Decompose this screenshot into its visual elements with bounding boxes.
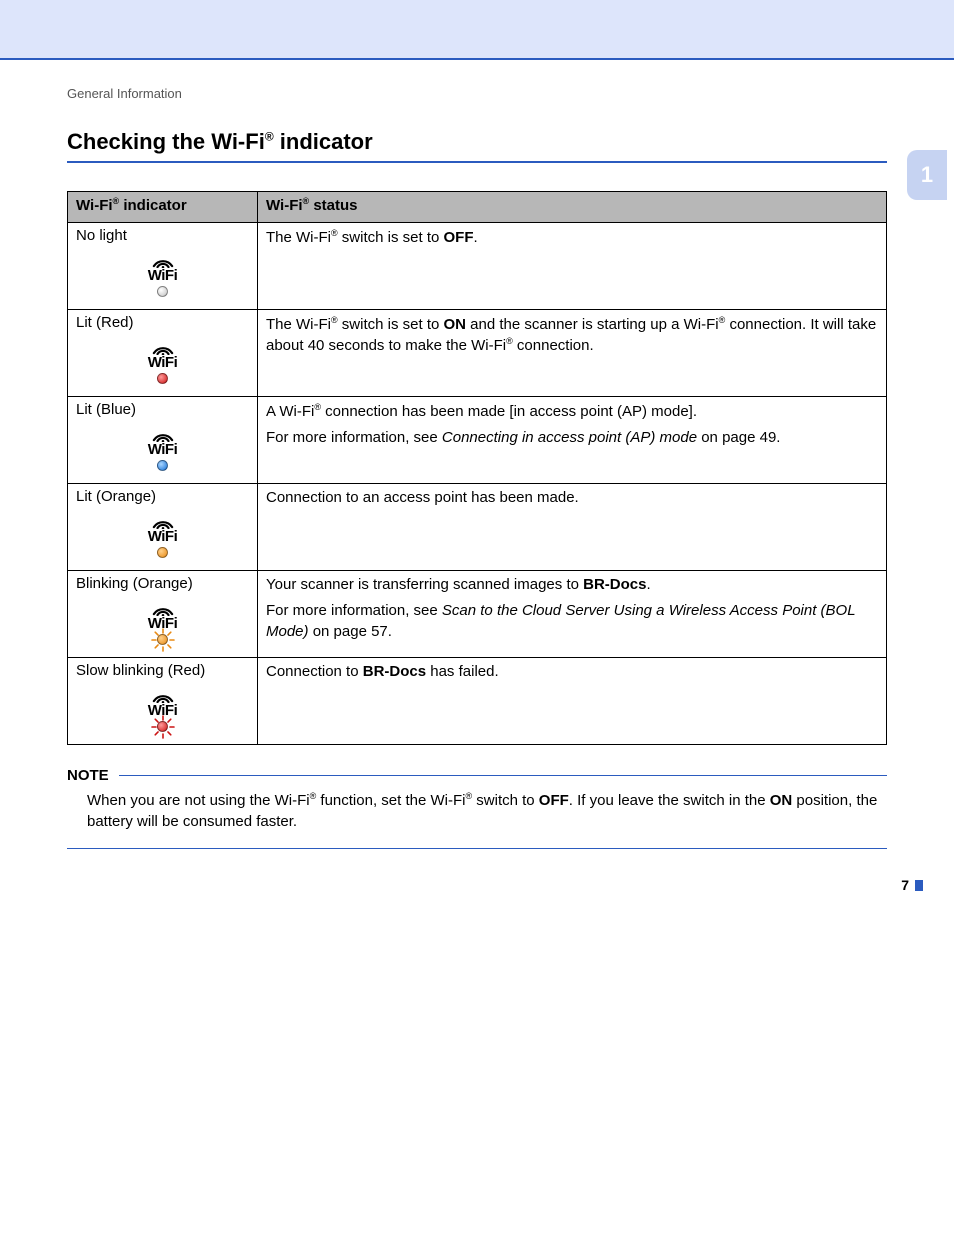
wifi-led-icon (157, 547, 168, 558)
page-number: 7 (901, 877, 923, 893)
table-row: Lit (Blue) WiFi A Wi-Fi® connection has be… (68, 397, 887, 484)
wifi-icon: WiFi (76, 337, 249, 388)
wifi-led-icon (157, 460, 168, 471)
table-row: Slow blinking (Red) WiFiConnection to BR-… (68, 658, 887, 745)
indicator-cell: No light WiFi (68, 223, 258, 310)
table-row: No light WiFi The Wi-Fi® switch is set to … (68, 223, 887, 310)
indicator-cell: Slow blinking (Red) WiFi (68, 658, 258, 745)
note-heading-rule (119, 775, 887, 777)
registered-mark: ® (265, 130, 274, 144)
wifi-indicator-table: Wi-Fi® indicator Wi-Fi® status No light W… (67, 191, 887, 745)
page-content: 1 General Information Checking the Wi-Fi… (67, 60, 887, 889)
indicator-label: Lit (Red) (76, 314, 249, 331)
breadcrumb: General Information (67, 86, 887, 101)
page-header-band (0, 0, 954, 60)
wifi-icon: WiFi (76, 685, 249, 736)
wifi-word: WiFi (148, 529, 178, 544)
table-row: Lit (Red) WiFi The Wi-Fi® switch is set to… (68, 310, 887, 397)
page-title: Checking the Wi-Fi® indicator (67, 129, 887, 155)
status-cell: Your scanner is transferring scanned ima… (258, 571, 887, 658)
wifi-icon: WiFi (76, 424, 249, 475)
chapter-side-tab: 1 (907, 150, 947, 200)
indicator-label: Lit (Blue) (76, 401, 249, 418)
table-header-status: Wi-Fi® status (258, 192, 887, 223)
wifi-word: WiFi (148, 355, 178, 370)
heading-rule (67, 161, 887, 163)
status-cell: The Wi-Fi® switch is set to ON and the s… (258, 310, 887, 397)
status-cell: Connection to an access point has been m… (258, 484, 887, 571)
wifi-led-icon (157, 721, 168, 732)
indicator-cell: Lit (Blue) WiFi (68, 397, 258, 484)
chapter-number: 1 (921, 162, 933, 188)
wifi-word: WiFi (148, 268, 178, 283)
status-cell: The Wi-Fi® switch is set to OFF. (258, 223, 887, 310)
note-title: NOTE (67, 767, 109, 784)
table-header-indicator: Wi-Fi® indicator (68, 192, 258, 223)
indicator-label: Slow blinking (Red) (76, 662, 249, 679)
indicator-label: Lit (Orange) (76, 488, 249, 505)
status-cell: A Wi-Fi® connection has been made [in ac… (258, 397, 887, 484)
wifi-icon: WiFi (76, 511, 249, 562)
heading-text-pre: Checking the Wi-Fi (67, 129, 265, 154)
status-cell: Connection to BR-Docs has failed. (258, 658, 887, 745)
wifi-word: WiFi (148, 442, 178, 457)
wifi-led-icon (157, 373, 168, 384)
wifi-led-icon (157, 634, 168, 645)
indicator-label: Blinking (Orange) (76, 575, 249, 592)
note-heading-row: NOTE (67, 767, 887, 784)
note-body: When you are not using the Wi-Fi® functi… (67, 784, 887, 849)
indicator-cell: Lit (Red) WiFi (68, 310, 258, 397)
heading-text-post: indicator (274, 129, 373, 154)
indicator-label: No light (76, 227, 249, 244)
table-row: Blinking (Orange) WiFiYour scanner is tra… (68, 571, 887, 658)
table-row: Lit (Orange) WiFi Connection to an access … (68, 484, 887, 571)
wifi-icon: WiFi (76, 250, 249, 301)
wifi-icon: WiFi (76, 598, 249, 649)
page-number-bar (915, 880, 923, 891)
wifi-led-icon (157, 286, 168, 297)
indicator-cell: Blinking (Orange) WiFi (68, 571, 258, 658)
note-block: NOTE When you are not using the Wi-Fi® f… (67, 767, 887, 849)
indicator-cell: Lit (Orange) WiFi (68, 484, 258, 571)
